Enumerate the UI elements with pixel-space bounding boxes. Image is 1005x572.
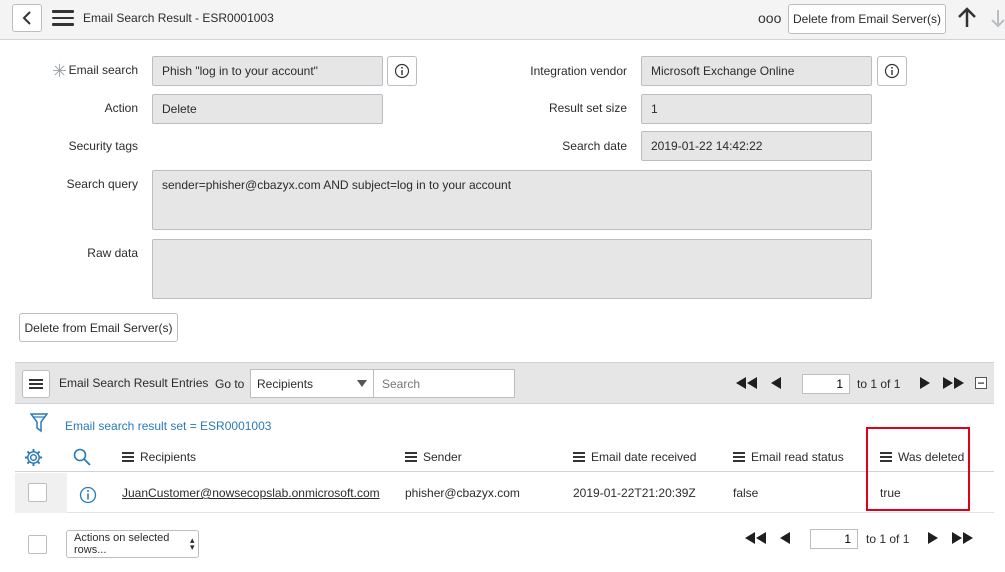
last-page-icon[interactable] — [951, 532, 973, 544]
select-arrows-icon: ▴ ▾ — [190, 535, 195, 552]
column-menu-icon — [405, 452, 417, 462]
bottom-page-number-input[interactable] — [810, 529, 858, 549]
dropdown-triangle-icon — [357, 380, 367, 387]
result-set-size-field[interactable]: 1 — [641, 94, 872, 124]
column-header-email-date-received[interactable]: Email date received — [573, 450, 696, 464]
action-label: Action — [104, 101, 138, 115]
row-checkbox[interactable] — [28, 483, 47, 502]
info-icon — [394, 63, 410, 79]
column-header-label: Recipients — [140, 450, 197, 464]
select-all-checkbox[interactable] — [28, 535, 47, 554]
column-menu-icon — [122, 452, 134, 462]
arrow-up-icon[interactable] — [955, 6, 979, 30]
previous-page-icon[interactable] — [771, 377, 782, 389]
previous-page-icon[interactable] — [780, 532, 791, 544]
email-search-field[interactable]: Phish "log in to your account" — [152, 56, 383, 86]
column-header-recipients[interactable]: Recipients — [122, 450, 196, 464]
was-deleted-highlight-box — [866, 427, 970, 511]
security-tags-label: Security tags — [68, 139, 138, 153]
hamburger-icon — [29, 379, 43, 389]
sender-cell: phisher@cbazyx.com — [405, 486, 520, 500]
column-header-email-read-status[interactable]: Email read status — [733, 450, 844, 464]
next-page-icon[interactable] — [927, 532, 938, 544]
delete-from-email-server-button[interactable]: Delete from Email Server(s) — [19, 313, 178, 342]
column-menu-icon — [573, 452, 585, 462]
date-received-cell: 2019-01-22T21:20:39Z — [573, 486, 696, 500]
arrow-down-icon[interactable] — [990, 8, 1005, 28]
column-menu-icon — [733, 452, 745, 462]
column-header-label: Email read status — [751, 450, 844, 464]
gear-icon[interactable] — [24, 448, 43, 467]
hamburger-menu-icon[interactable] — [52, 10, 74, 26]
column-header-label: Email date received — [591, 450, 697, 464]
related-list-search-input[interactable] — [373, 369, 515, 398]
raw-data-field[interactable] — [152, 239, 872, 299]
info-icon — [884, 63, 900, 79]
search-icon[interactable] — [73, 448, 91, 466]
integration-vendor-info-button[interactable] — [877, 56, 907, 86]
integration-vendor-field[interactable]: Microsoft Exchange Online — [641, 56, 872, 86]
delete-from-email-server-header-button[interactable]: Delete from Email Server(s) — [788, 4, 946, 34]
page-number-input[interactable] — [802, 374, 850, 394]
preview-info-icon[interactable] — [79, 486, 97, 504]
goto-label: Go to — [215, 377, 245, 391]
related-list-menu-button[interactable] — [22, 370, 50, 398]
page-title: Email Search Result - ESR0001003 — [83, 11, 274, 25]
bottom-page-total-label: to 1 of 1 — [866, 532, 910, 546]
email-search-label: Email search — [68, 63, 138, 77]
page-total-label: to 1 of 1 — [857, 377, 901, 391]
actions-select-label: Actions on selected rows... — [74, 532, 170, 556]
search-date-field[interactable]: 2019-01-22 14:42:22 — [641, 131, 872, 161]
collapse-icon[interactable] — [975, 377, 987, 389]
back-button[interactable] — [12, 4, 42, 32]
goto-select-value: Recipients — [257, 376, 314, 391]
action-field[interactable]: Delete — [152, 94, 383, 124]
next-page-icon[interactable] — [919, 377, 930, 389]
header-divider — [15, 471, 994, 472]
column-header-sender[interactable]: Sender — [405, 450, 462, 464]
search-date-label: Search date — [562, 139, 627, 153]
chevron-left-icon — [22, 11, 31, 25]
goto-select[interactable]: Recipients — [250, 369, 374, 398]
column-header-label: Sender — [423, 450, 462, 464]
related-list-title: Email Search Result Entries — [59, 376, 209, 390]
first-page-icon[interactable] — [745, 532, 767, 544]
search-query-field[interactable]: sender=phisher@cbazyx.com AND subject=lo… — [152, 170, 872, 230]
integration-vendor-label: Integration vendor — [530, 64, 627, 78]
last-page-icon[interactable] — [942, 377, 964, 389]
raw-data-label: Raw data — [87, 246, 138, 260]
first-page-icon[interactable] — [736, 377, 758, 389]
search-query-label: Search query — [66, 177, 138, 191]
filter-breadcrumb-link[interactable]: Email search result set = ESR0001003 — [65, 419, 271, 433]
filter-icon[interactable] — [30, 413, 48, 433]
read-status-cell: false — [733, 486, 759, 500]
actions-on-selected-rows-select[interactable]: Actions on selected rows... ▴ ▾ — [66, 530, 199, 558]
result-set-size-label: Result set size — [548, 101, 627, 115]
email-search-info-button[interactable] — [387, 56, 417, 86]
recipient-link[interactable]: JuanCustomer@nowsecopslab.onmicrosoft.co… — [122, 486, 380, 500]
more-options-icon[interactable]: ooo — [758, 10, 781, 26]
